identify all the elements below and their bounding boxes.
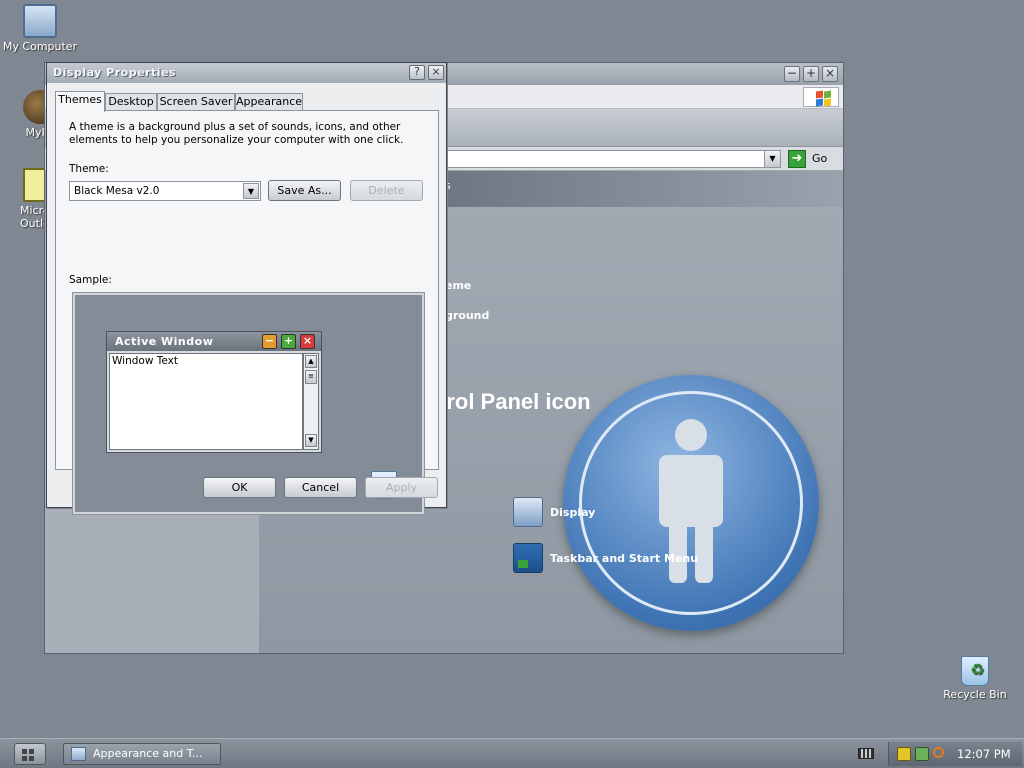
system-tray: 12:07 PM [888, 742, 1022, 766]
keyboard-icon[interactable] [858, 748, 874, 759]
chevron-down-icon: ▼ [305, 434, 317, 447]
go-label: Go [812, 152, 828, 165]
taskbar-item-label: Appearance and T... [93, 747, 203, 760]
desktop-icon-label: My Computer [2, 40, 78, 53]
cp-section-title: trol Panel icon [439, 389, 591, 414]
clock: 12:07 PM [957, 747, 1011, 761]
task-taskbar-start-menu[interactable]: Taskbar and Start Menu [550, 552, 698, 565]
sample-label: Sample: [69, 274, 112, 286]
network-icon[interactable] [915, 747, 929, 761]
sample-title-bar: Active Window − + × [107, 332, 321, 351]
user-accounts-icon [563, 375, 819, 631]
taskbar-icon[interactable] [513, 543, 543, 573]
cp-link-theme[interactable]: eme [445, 279, 471, 292]
theme-description: A theme is a background plus a set of so… [69, 121, 404, 146]
chevron-down-icon[interactable]: ▼ [764, 151, 780, 167]
windows-logo-icon [803, 87, 839, 107]
close-icon[interactable]: × [822, 66, 838, 82]
search-icon[interactable] [933, 747, 944, 758]
cp-header-band: s [445, 171, 843, 207]
maximize-icon: + [281, 334, 296, 349]
scroll-thumb: ≡ [305, 370, 317, 384]
themes-panel: A theme is a background plus a set of so… [55, 110, 439, 515]
taskbar-item-appearance[interactable]: Appearance and T... [63, 743, 221, 765]
close-icon: × [300, 334, 315, 349]
sample-window-body: Window Text [109, 353, 303, 450]
address-input[interactable]: ▼ [445, 150, 781, 168]
chevron-down-icon[interactable]: ▼ [243, 183, 259, 199]
tab-desktop[interactable]: Desktop [105, 93, 157, 111]
desktop-icon-recycle-bin[interactable]: Recycle Bin [937, 656, 1013, 701]
sample-window-title: Active Window [115, 335, 214, 348]
maximize-icon[interactable]: + [803, 66, 819, 82]
theme-select-value: Black Mesa v2.0 [74, 185, 160, 197]
save-as-button[interactable]: Save As... [268, 180, 341, 201]
apply-button[interactable]: Apply [365, 477, 438, 498]
display-properties-dialog[interactable]: Display Properties ? × Themes Desktop Sc… [46, 62, 447, 515]
sample-scrollbar: ▲ ≡ ▼ [303, 353, 319, 450]
theme-select[interactable]: Black Mesa v2.0 ▼ [69, 181, 261, 201]
theme-label: Theme: [69, 163, 109, 175]
tab-themes[interactable]: Themes [55, 91, 105, 112]
cp-link-background[interactable]: ground [445, 309, 489, 322]
dialog-title: Display Properties [53, 66, 177, 79]
close-icon[interactable]: × [428, 65, 444, 80]
start-button[interactable] [14, 743, 46, 765]
security-shield-icon[interactable] [897, 747, 911, 761]
window-icon [71, 747, 86, 761]
recycle-bin-icon [961, 656, 989, 686]
taskbar: Appearance and T... 12:07 PM [0, 738, 1024, 768]
minimize-icon[interactable]: − [784, 66, 800, 82]
help-icon[interactable]: ? [409, 65, 425, 80]
sample-active-window: Active Window − + × Window Text ▲ ≡ ▼ [106, 331, 322, 453]
cancel-button[interactable]: Cancel [284, 477, 357, 498]
desktop-icon-label: Recycle Bin [943, 688, 1007, 701]
delete-button[interactable]: Delete [350, 180, 423, 201]
chevron-up-icon: ▲ [305, 355, 317, 368]
go-button[interactable]: ➜ Go [788, 150, 838, 168]
sample-window-text: Window Text [112, 355, 178, 367]
minimize-icon: − [262, 334, 277, 349]
ok-button[interactable]: OK [203, 477, 276, 498]
tab-appearance[interactable]: Appearance [235, 93, 303, 111]
go-arrow-icon: ➜ [788, 150, 806, 168]
tab-screen-saver[interactable]: Screen Saver [157, 93, 235, 111]
dialog-title-bar[interactable]: Display Properties ? × [47, 63, 446, 83]
task-display[interactable]: Display [550, 506, 595, 519]
display-icon[interactable] [513, 497, 543, 527]
desktop-icon-my-computer[interactable]: My Computer [2, 4, 78, 53]
computer-icon [23, 4, 57, 38]
dialog-button-row: OK Cancel Apply [47, 473, 446, 507]
